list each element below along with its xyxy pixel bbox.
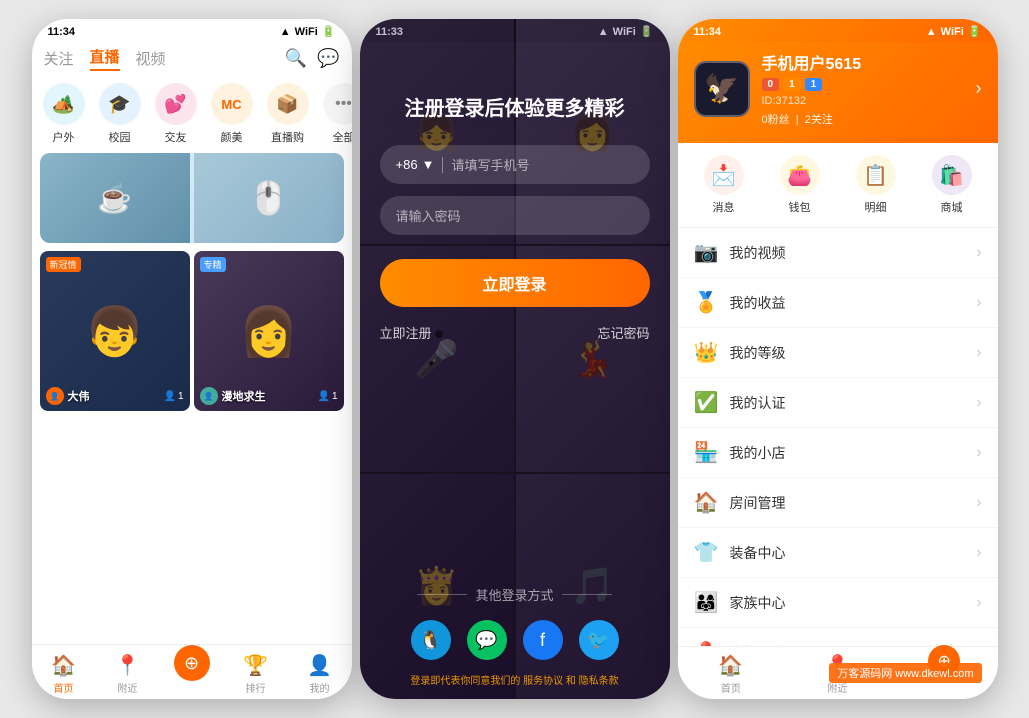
user-badges: 0 1 1: [762, 78, 964, 91]
cat-friends[interactable]: 💕 交友: [152, 83, 200, 145]
nav-action-icons: 🔍 💬: [285, 48, 340, 69]
menu-shop[interactable]: 🛍️ 商城: [914, 155, 990, 215]
nav-broadcast[interactable]: ⊕: [160, 653, 224, 695]
message-icon[interactable]: 💬: [317, 48, 339, 69]
register-link[interactable]: 立即注册: [380, 323, 444, 342]
list-item-my-video[interactable]: 📷 我的视频 ›: [678, 228, 998, 278]
phone-input-row[interactable]: +86 ▼ 请填写手机号: [380, 145, 650, 184]
login-button[interactable]: 立即登录: [380, 259, 650, 307]
menu-detail[interactable]: 📋 明细: [838, 155, 914, 215]
arrow-right-icon-6: ›: [976, 494, 981, 512]
family-icon: 👨‍👩‍👧: [694, 590, 718, 615]
income-icon: 🏅: [694, 290, 718, 315]
cat-campus[interactable]: 🎓 校园: [96, 83, 144, 145]
user-info: 手机用户5615 0 1 1 ID:37132 0粉丝 | 2关注: [762, 50, 964, 127]
cat-outdoor[interactable]: 🏕️ 户外: [40, 83, 88, 145]
nav-mine[interactable]: 👤 我的: [288, 653, 352, 695]
phone-2: 11:33 ▲ WiFi 🔋 👧 👩 🎤 💃 👸 🎵 注册登录后体验更多精彩: [360, 19, 670, 699]
auth-links: 立即注册 忘记密码: [380, 323, 650, 342]
status-bar-3: 11:34 ▲ WiFi 🔋: [678, 19, 998, 42]
nav-nearby[interactable]: 📍 附近: [96, 653, 160, 695]
chevron-right-icon[interactable]: ›: [976, 78, 982, 99]
username: 手机用户5615: [762, 50, 964, 74]
time-1: 11:34: [48, 26, 76, 38]
banner: ☕ 🖱️: [40, 153, 344, 243]
input-group: +86 ▼ 请填写手机号 请输入密码: [380, 145, 650, 235]
cat-all[interactable]: ••• 全部: [320, 83, 352, 145]
nav-tabs: 关注 直播 视频 🔍 💬: [32, 42, 352, 79]
status-bar-1: 11:34 ▲ WiFi 🔋: [32, 19, 352, 42]
nav-home[interactable]: 🏠 首页: [32, 653, 96, 695]
list-item-my-income[interactable]: 🏅 我的收益 ›: [678, 278, 998, 328]
store-icon: 🏪: [694, 440, 718, 465]
status-icons-1: ▲ WiFi 🔋: [280, 25, 336, 38]
arrow-right-icon-7: ›: [976, 544, 981, 562]
list-item-family-base[interactable]: 📍 家族驻地 ›: [678, 628, 998, 646]
phone-1: 11:34 ▲ WiFi 🔋 关注 直播 视频 🔍 💬: [32, 19, 352, 699]
user-stats: 0粉丝 | 2关注: [762, 111, 964, 127]
phone-3: 11:34 ▲ WiFi 🔋 🦅 手机用户5615 0: [678, 19, 998, 699]
arrow-right-icon-8: ›: [976, 594, 981, 612]
login-form: 注册登录后体验更多精彩 +86 ▼ 请填写手机号 请输入密码 立即登录: [360, 72, 670, 362]
nav-rank[interactable]: 🏆 排行: [224, 653, 288, 695]
live-card-2[interactable]: 👩 专精 👤 漫地求生 👤1: [194, 251, 344, 411]
user-avatar: 🦅: [694, 61, 750, 117]
country-code[interactable]: +86 ▼: [396, 157, 435, 172]
user-row: 🦅 手机用户5615 0 1 1 ID:37132 0粉丝 |: [694, 50, 982, 127]
wechat-login[interactable]: 💬: [467, 620, 507, 660]
card-user-1: 👤 大伟 👤1: [46, 387, 184, 405]
twitter-login[interactable]: 🐦: [579, 620, 619, 660]
quick-menu: 📩 消息 👛 钱包 📋 明细: [678, 143, 998, 228]
card-badge-2: 专精: [200, 257, 226, 272]
user-id: ID:37132: [762, 95, 964, 107]
forgot-link[interactable]: 忘记密码: [597, 323, 649, 342]
menu-wallet[interactable]: 👛 钱包: [762, 155, 838, 215]
phone-placeholder: 请填写手机号: [451, 155, 633, 174]
profile-header: 🦅 手机用户5615 0 1 1 ID:37132 0粉丝 |: [678, 42, 998, 143]
arrow-right-icon-2: ›: [976, 294, 981, 312]
card-user-2: 👤 漫地求生 👤1: [200, 387, 338, 405]
other-login-label: 其他登录方式: [417, 585, 611, 604]
bottom-nav-1: 🏠 首页 📍 附近 ⊕ 🏆 排行 👤 我的: [32, 644, 352, 699]
level-icon: 👑: [694, 340, 718, 365]
cert-icon: ✅: [694, 390, 718, 415]
room-icon: 🏠: [694, 490, 718, 515]
list-item-my-store[interactable]: 🏪 我的小店 ›: [678, 428, 998, 478]
card-badge-1: 新冠情: [46, 257, 81, 272]
p3-nav-home[interactable]: 🏠 首页: [678, 653, 785, 695]
arrow-right-icon-3: ›: [976, 344, 981, 362]
list-item-my-level[interactable]: 👑 我的等级 ›: [678, 328, 998, 378]
live-grid: 👦 新冠情 👤 大伟 👤1: [40, 251, 344, 411]
list-item-room[interactable]: 🏠 房间管理 ›: [678, 478, 998, 528]
watermark: 万客源码网 www.dkewl.com: [829, 663, 981, 683]
time-3: 11:34: [694, 26, 722, 38]
tab-follow[interactable]: 关注: [44, 48, 74, 69]
arrow-right-icon-5: ›: [976, 444, 981, 462]
cat-live-shop[interactable]: 📦 直播购: [264, 83, 312, 145]
equipment-icon: 👕: [694, 540, 718, 565]
tab-live[interactable]: 直播: [90, 46, 120, 71]
password-input[interactable]: 请输入密码: [380, 196, 650, 235]
list-item-family[interactable]: 👨‍👩‍👧 家族中心 ›: [678, 578, 998, 628]
social-icons: 🐧 💬 f 🐦: [411, 620, 619, 660]
facebook-login[interactable]: f: [523, 620, 563, 660]
cursor-icon: [435, 330, 443, 338]
category-list: 🏕️ 户外 🎓 校园 💕 交友 MC 颜美 📦 直播购: [32, 79, 352, 153]
live-card-1[interactable]: 👦 新冠情 👤 大伟 👤1: [40, 251, 190, 411]
search-icon[interactable]: 🔍: [285, 48, 307, 69]
menu-message[interactable]: 📩 消息: [686, 155, 762, 215]
tab-video[interactable]: 视频: [136, 48, 166, 69]
arrow-right-icon-4: ›: [976, 394, 981, 412]
qq-login[interactable]: 🐧: [411, 620, 451, 660]
video-icon: 📷: [694, 240, 718, 265]
arrow-right-icon: ›: [976, 244, 981, 262]
list-item-my-cert[interactable]: ✅ 我的认证 ›: [678, 378, 998, 428]
list-item-equipment[interactable]: 👕 装备中心 ›: [678, 528, 998, 578]
agree-text: 登录即代表你同意我们的 服务协议 和 隐私条款: [410, 672, 618, 687]
social-login: 其他登录方式 🐧 💬 f 🐦 登录即代表你同意我们的 服务协议 和 隐私条款: [360, 573, 670, 699]
cat-beauty[interactable]: MC 颜美: [208, 83, 256, 145]
menu-list: 📷 我的视频 › 🏅 我的收益 › 👑 我的等级 › ✅ 我的认证: [678, 228, 998, 646]
login-title: 注册登录后体验更多精彩: [405, 92, 625, 121]
